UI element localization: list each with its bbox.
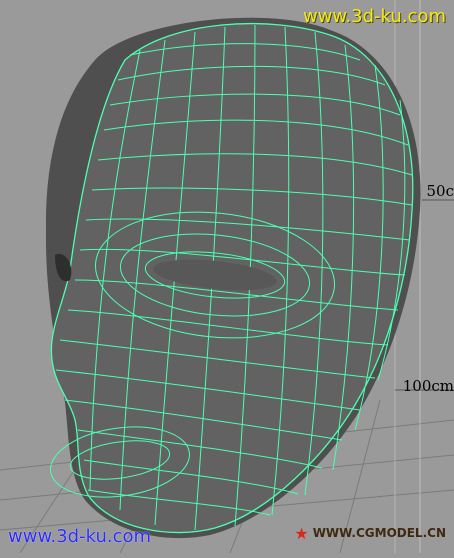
ruler-label-50: 50c [427,182,454,200]
ruler-label-100: 100cm [403,377,454,395]
star-icon: ★ [294,524,308,543]
maya-viewport[interactable]: 50c 100cm www.3d-ku.com www.3d-ku.com ★ W… [0,0,454,553]
viewport-canvas[interactable] [0,0,454,553]
watermark-bottom: www.3d-ku.com [8,526,151,547]
watermark-top: www.3d-ku.com [303,6,446,27]
watermark-corner-text: WWW.CGMODEL.CN [313,526,446,540]
watermark-corner: ★ WWW.CGMODEL.CN [294,524,446,543]
